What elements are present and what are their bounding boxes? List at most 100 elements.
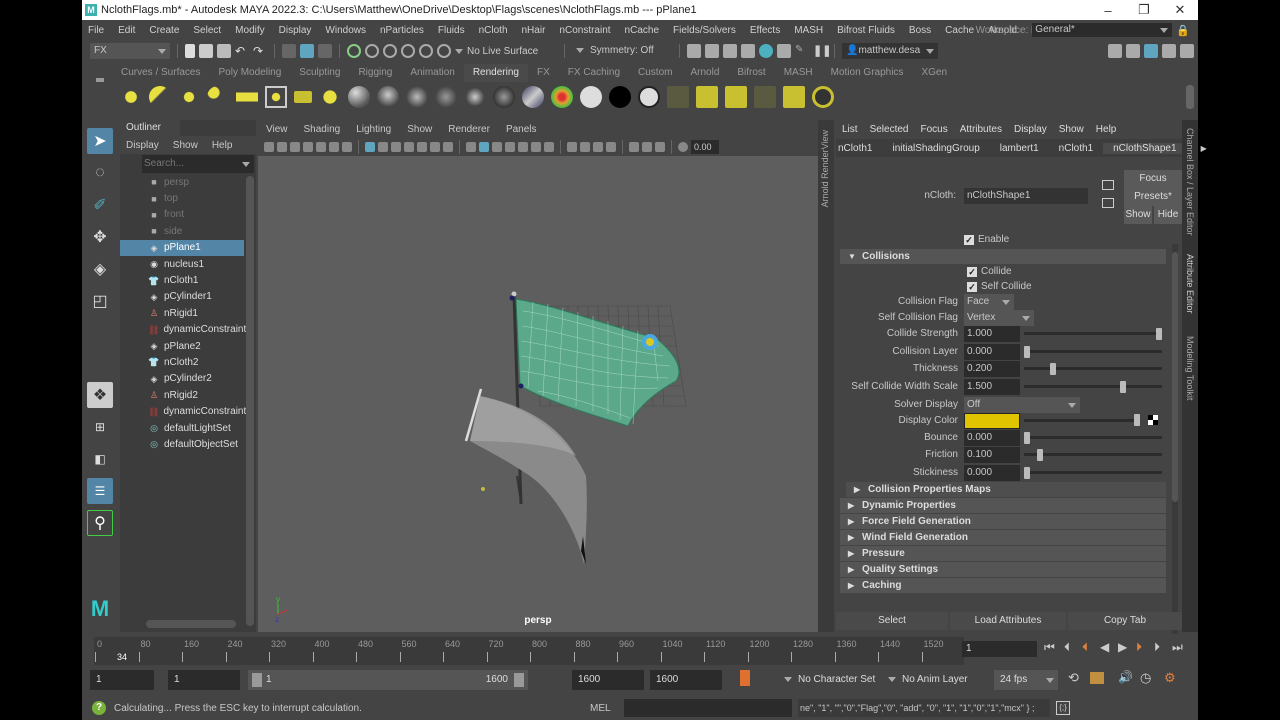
menu-select[interactable]: Select (187, 25, 229, 36)
field-chart-icon[interactable] (417, 142, 427, 152)
snap-projected-center-icon[interactable] (401, 44, 415, 58)
snap-view-plane-icon[interactable] (419, 44, 433, 58)
search-icon[interactable]: ⚲ (87, 510, 113, 536)
ae-menu-display[interactable]: Display (1014, 124, 1047, 135)
film-gate-icon[interactable] (378, 142, 388, 152)
slider-value-field[interactable]: 0.000 (964, 464, 1020, 481)
select-hierarchy-icon[interactable] (282, 44, 296, 58)
outliner-search-input[interactable]: Search... (142, 155, 254, 173)
four-view-layout-icon[interactable]: ⊞ (87, 414, 113, 440)
section-caching[interactable]: ▶ Caching (840, 578, 1166, 593)
point-light-icon[interactable] (178, 86, 200, 108)
slider-value-field[interactable]: 0.200 (964, 361, 1020, 377)
outliner-item[interactable]: ⛓ dynamicConstraint2 (120, 403, 252, 419)
slider-handle[interactable] (1120, 380, 1127, 393)
slider-track[interactable] (1024, 367, 1162, 370)
display-color-slider-handle[interactable] (1134, 414, 1140, 426)
go-to-start-icon[interactable]: ⏮ (1044, 640, 1055, 655)
step-forward-frame-icon[interactable]: ⏵ (1154, 640, 1160, 655)
checker-texture-icon[interactable] (1148, 415, 1158, 425)
outliner-item[interactable]: ■ side (120, 223, 244, 239)
xray-components-icon[interactable] (655, 142, 665, 152)
enable-checkbox[interactable]: ✓ Enable (964, 234, 1009, 245)
slider-handle[interactable] (1050, 363, 1057, 375)
save-scene-icon[interactable] (217, 44, 231, 58)
slider-track[interactable] (1024, 453, 1162, 457)
slider-handle[interactable] (1024, 345, 1030, 358)
slider-value-field[interactable]: 1.000 (964, 326, 1020, 342)
shelf-tab-rendering[interactable]: Rendering (463, 64, 528, 82)
textured-icon[interactable] (505, 142, 515, 152)
script-language-toggle[interactable]: MEL (590, 703, 620, 714)
blinn-icon[interactable] (348, 86, 370, 108)
menu-nparticles[interactable]: nParticles (374, 25, 432, 36)
outliner-item[interactable]: 👕 nCloth1 (120, 272, 244, 288)
ae-tab-initialshadinggroup[interactable]: initialShadingGroup (882, 143, 989, 154)
arnold-renderview-tab[interactable]: Arnold RenderView (818, 120, 834, 632)
hypershade-icon[interactable] (759, 44, 773, 58)
collisions-section-header[interactable]: ▼ Collisions (840, 249, 1166, 264)
self-collide-checkbox[interactable]: ✓ Self Collide (967, 281, 1032, 292)
menu-ncloth[interactable]: nCloth (473, 25, 516, 36)
image-plane-icon[interactable] (316, 142, 326, 152)
menu-modify[interactable]: Modify (229, 25, 272, 36)
shelf-tab-arnold[interactable]: Arnold (681, 64, 728, 82)
solver-display-dropdown[interactable]: Off (964, 397, 1080, 413)
attribute-editor-scrollbar[interactable] (1172, 244, 1178, 644)
area-light-icon[interactable] (236, 86, 258, 108)
menu-windows[interactable]: Windows (319, 25, 374, 36)
play-forwards-icon[interactable]: ▶ (1118, 640, 1127, 654)
character-set-dropdown[interactable]: No Character Set (778, 670, 878, 690)
lasso-tool-icon[interactable]: ◌ (87, 160, 113, 186)
make-live-icon[interactable] (437, 44, 451, 58)
gate-mask-icon[interactable] (404, 142, 414, 152)
step-back-frame-icon[interactable]: ⏴ (1064, 640, 1070, 655)
viewport-menu-lighting[interactable]: Lighting (356, 124, 391, 135)
shelf-tab-animation[interactable]: Animation (401, 64, 463, 82)
ae-tab-nclothshape1[interactable]: nClothShape1 (1103, 142, 1187, 154)
ambient-occlusion-icon[interactable] (544, 142, 554, 152)
outliner-layout-icon[interactable]: ☰ (87, 478, 113, 504)
wireframe-on-shaded-icon[interactable] (492, 142, 502, 152)
snap-point-icon[interactable] (383, 44, 397, 58)
user-account-dropdown[interactable]: 👤matthew.desa (842, 43, 938, 59)
fps-dropdown[interactable]: 24 fps (994, 670, 1058, 690)
use-all-lights-icon[interactable] (518, 142, 528, 152)
camera-attributes-icon[interactable] (277, 142, 287, 152)
grease-pencil-icon[interactable] (342, 142, 352, 152)
display-color-slider[interactable] (1024, 419, 1136, 422)
ae-menu-selected[interactable]: Selected (870, 124, 909, 135)
ncloth-flag-mesh[interactable] (515, 298, 680, 427)
human-ik-icon[interactable] (1126, 44, 1140, 58)
ae-menu-list[interactable]: List (842, 124, 858, 135)
outliner-item[interactable]: 👕 nCloth2 (120, 354, 244, 370)
new-scene-icon[interactable] (185, 44, 195, 58)
outliner-item[interactable]: ◈ pCylinder1 (120, 289, 244, 305)
shelf-tab-rigging[interactable]: Rigging (349, 64, 401, 82)
shelf-tab-sculpting[interactable]: Sculpting (290, 64, 349, 82)
menu-create[interactable]: Create (143, 25, 187, 36)
shelf-tab-motion-graphics[interactable]: Motion Graphics (822, 64, 913, 82)
spot-light-icon[interactable] (207, 86, 229, 108)
playback-end-field[interactable]: 1600 (572, 670, 644, 690)
safe-title-icon[interactable] (443, 142, 453, 152)
viewport-canvas[interactable]: y z persp (258, 156, 818, 632)
xray-icon[interactable] (629, 142, 639, 152)
outliner-item[interactable]: ◎ defaultObjectSet (120, 436, 244, 452)
arnold-tool-icon[interactable]: ✎ (795, 44, 809, 58)
render-layer-icon[interactable] (319, 86, 341, 108)
ae-menu-attributes[interactable]: Attributes (960, 124, 1002, 135)
menu-ncache[interactable]: nCache (619, 25, 667, 36)
outliner-item[interactable]: ◎ defaultLightSet (120, 420, 244, 436)
viewport-menu-view[interactable]: View (266, 124, 288, 135)
open-scene-icon[interactable] (199, 44, 213, 58)
menu-nconstraint[interactable]: nConstraint (553, 25, 618, 36)
slider-handle[interactable] (1024, 466, 1030, 479)
workspace-dropdown[interactable]: General* (1032, 23, 1173, 37)
current-frame-field[interactable]: 1 (962, 641, 1037, 657)
step-back-key-icon[interactable]: ⏴ (1082, 640, 1088, 655)
modeling-toolkit-tab[interactable]: Modeling Toolkit (1185, 336, 1195, 406)
bookmark-icon[interactable] (303, 142, 313, 152)
collide-checkbox[interactable]: ✓ Collide (967, 266, 1012, 277)
symmetry-dropdown[interactable]: Symmetry: Off (572, 43, 672, 59)
